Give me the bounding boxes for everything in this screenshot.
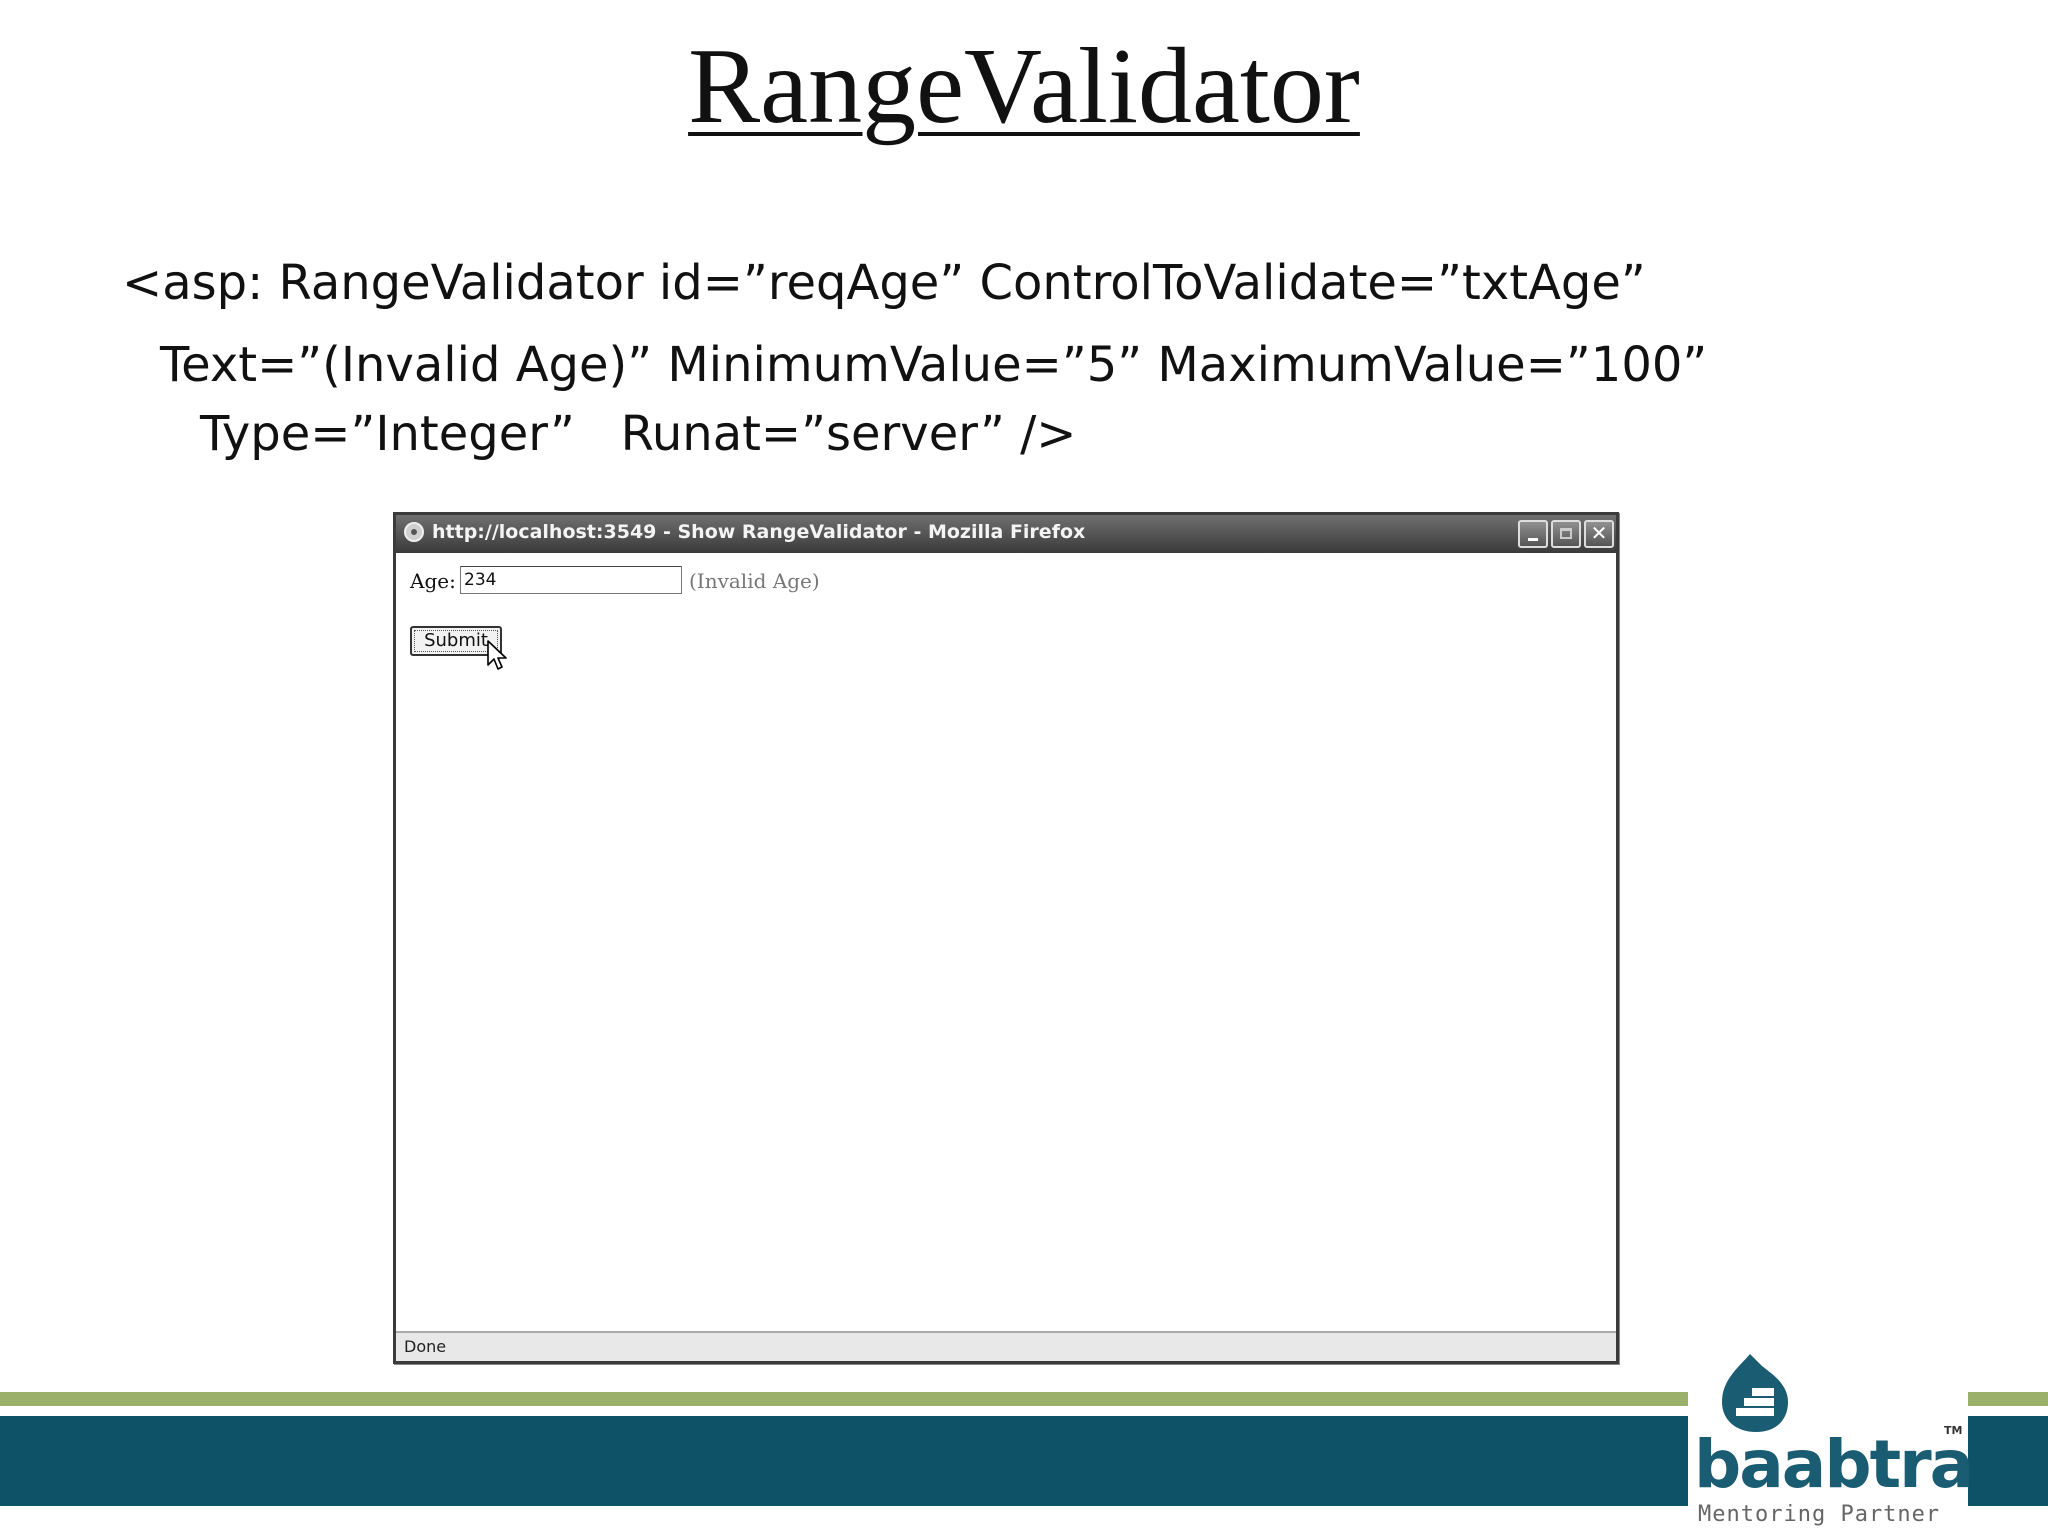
status-bar: Done: [396, 1331, 1616, 1361]
close-icon: ✕: [1590, 521, 1608, 545]
minimize-button[interactable]: [1518, 520, 1548, 548]
firefox-icon: [404, 522, 424, 542]
validator-message: (Invalid Age): [689, 569, 820, 593]
age-input[interactable]: [460, 566, 682, 594]
pointer-cursor-icon: [487, 640, 507, 670]
age-label: Age:: [410, 569, 456, 593]
logo-mark-icon: [1722, 1354, 1788, 1432]
close-button[interactable]: ✕: [1584, 520, 1614, 548]
browser-window: http://localhost:3549 - Show RangeValida…: [393, 512, 1619, 1364]
window-titlebar[interactable]: http://localhost:3549 - Show RangeValida…: [396, 515, 1616, 553]
status-text: Done: [404, 1337, 447, 1356]
code-line-2: Text=”(Invalid Age)” MinimumValue=”5” Ma…: [160, 337, 1708, 393]
code-line-3: Type=”Integer” Runat=”server” />: [200, 406, 1077, 462]
code-line-1: <asp: RangeValidator id=”reqAge” Control…: [122, 255, 1646, 311]
maximize-icon: [1560, 528, 1572, 539]
slide-title: RangeValidator: [688, 27, 1360, 146]
logo-wordmark: baabtra: [1694, 1426, 1974, 1503]
logo-tagline: Mentoring Partner: [1698, 1502, 1941, 1527]
window-title: http://localhost:3549 - Show RangeValida…: [432, 521, 1086, 543]
maximize-button[interactable]: [1551, 520, 1581, 548]
page-content: Age: (Invalid Age) Submit: [396, 553, 1616, 1331]
minimize-icon: [1528, 538, 1538, 541]
logo-trademark: TM: [1944, 1424, 1963, 1437]
baabtra-logo: baabtra TM Mentoring Partner: [1688, 1344, 1974, 1536]
